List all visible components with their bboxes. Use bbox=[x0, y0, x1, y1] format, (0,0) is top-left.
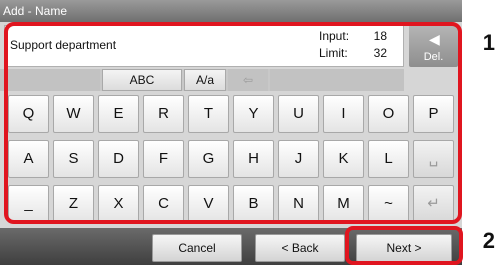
key-d[interactable]: D bbox=[98, 140, 139, 178]
key-g[interactable]: G bbox=[188, 140, 229, 178]
case-toggle-label: A/a bbox=[195, 73, 214, 87]
window-title: Add - Name bbox=[0, 0, 462, 22]
arrow-left-icon: ⇦ bbox=[242, 73, 254, 87]
key-x[interactable]: X bbox=[98, 185, 139, 223]
next-button[interactable]: Next > bbox=[356, 234, 452, 262]
keyboard-options-row: ABC A/a ⇦ bbox=[0, 69, 404, 91]
key-z[interactable]: Z bbox=[53, 185, 94, 223]
cursor-left-button[interactable]: ⇦ bbox=[228, 69, 268, 91]
key-m[interactable]: M bbox=[323, 185, 364, 223]
key-n[interactable]: N bbox=[278, 185, 319, 223]
abc-mode-button[interactable]: ABC bbox=[102, 69, 182, 91]
keyboard: Q W E R T Y U I O P A S D F G H J K L ␣ … bbox=[0, 92, 462, 228]
key-l[interactable]: L bbox=[368, 140, 409, 178]
key-j[interactable]: J bbox=[278, 140, 319, 178]
cancel-label: Cancel bbox=[178, 241, 216, 255]
key-b[interactable]: B bbox=[233, 185, 274, 223]
bottom-bar: Cancel < Back Next > bbox=[0, 228, 462, 265]
key-i[interactable]: I bbox=[323, 95, 364, 133]
limit-label: Limit: bbox=[319, 46, 348, 60]
name-input-field[interactable]: Support department Input: 18 Limit: 32 bbox=[4, 25, 404, 67]
enter-key[interactable]: ↵ bbox=[413, 185, 454, 223]
key-s[interactable]: S bbox=[53, 140, 94, 178]
delete-label: Del. bbox=[423, 51, 444, 63]
key-k[interactable]: K bbox=[323, 140, 364, 178]
back-button[interactable]: < Back bbox=[255, 234, 345, 262]
abc-mode-label: ABC bbox=[129, 73, 155, 87]
key-r[interactable]: R bbox=[143, 95, 184, 133]
key-y[interactable]: Y bbox=[233, 95, 274, 133]
backspace-icon: ◀ bbox=[429, 31, 440, 47]
name-input-value: Support department bbox=[10, 38, 117, 52]
input-count-value: 18 bbox=[373, 29, 387, 43]
key-h[interactable]: H bbox=[233, 140, 274, 178]
key-o[interactable]: O bbox=[368, 95, 409, 133]
key-q[interactable]: Q bbox=[8, 95, 49, 133]
cancel-button[interactable]: Cancel bbox=[152, 234, 242, 262]
callout-2: 2 bbox=[482, 228, 495, 253]
callout-1: 1 bbox=[482, 30, 495, 55]
key-c[interactable]: C bbox=[143, 185, 184, 223]
space-key[interactable]: ␣ bbox=[413, 140, 454, 178]
key-e[interactable]: E bbox=[98, 95, 139, 133]
case-toggle-button[interactable]: A/a bbox=[184, 69, 226, 91]
back-label: < Back bbox=[281, 241, 319, 255]
delete-button[interactable]: ◀ Del. bbox=[409, 25, 458, 67]
option-blank-left bbox=[0, 69, 100, 91]
key-f[interactable]: F bbox=[143, 140, 184, 178]
key-a[interactable]: A bbox=[8, 140, 49, 178]
key-t[interactable]: T bbox=[188, 95, 229, 133]
input-panel: Support department Input: 18 Limit: 32 ◀… bbox=[0, 22, 462, 228]
key-w[interactable]: W bbox=[53, 95, 94, 133]
key-tilde[interactable]: ~ bbox=[368, 185, 409, 223]
key-underscore[interactable]: _ bbox=[8, 185, 49, 223]
limit-value: 32 bbox=[373, 46, 387, 60]
key-v[interactable]: V bbox=[188, 185, 229, 223]
next-label: Next > bbox=[386, 241, 422, 255]
key-p[interactable]: P bbox=[413, 95, 454, 133]
input-count-label: Input: bbox=[319, 29, 350, 43]
option-blank-right bbox=[270, 69, 404, 91]
key-u[interactable]: U bbox=[278, 95, 319, 133]
